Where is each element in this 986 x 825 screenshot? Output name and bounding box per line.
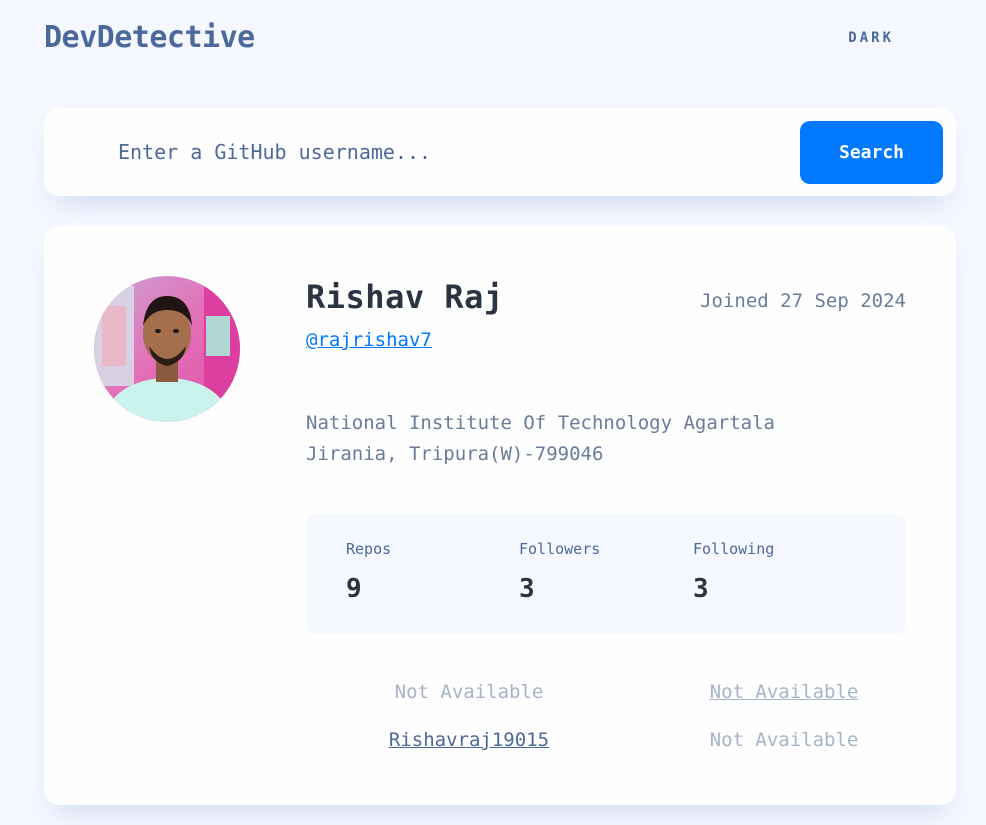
avatar-image: [94, 276, 240, 422]
bio-line: Jirania, Tripura(W)-799046: [306, 443, 604, 465]
username-link[interactable]: @rajrishav7: [306, 329, 432, 351]
search-bar: Search: [44, 108, 956, 196]
theme-toggle-button[interactable]: DARK: [848, 30, 894, 46]
stats-panel: Repos 9 Followers 3 Following 3: [306, 514, 906, 634]
stat-followers: Followers 3: [519, 514, 689, 634]
bio-line: National Institute Of Technology Agartal…: [306, 412, 775, 434]
twitter-link[interactable]: Rishavraj19015: [349, 729, 589, 751]
stat-label: Followers: [519, 540, 601, 558]
user-name: Rishav Raj: [306, 278, 504, 316]
website-link[interactable]: Not Available: [664, 681, 904, 703]
joined-date: Joined 27 Sep 2024: [700, 290, 906, 312]
stat-label: Following: [693, 540, 775, 558]
search-button[interactable]: Search: [800, 121, 943, 184]
avatar: [94, 276, 240, 422]
stat-value: 3: [693, 574, 709, 604]
stat-following: Following 3: [693, 514, 863, 634]
stat-value: 9: [346, 574, 362, 604]
app-logo: DevDetective: [44, 20, 255, 55]
profile-card: Rishav Raj Joined 27 Sep 2024 @rajrishav…: [44, 226, 956, 805]
app-root: DevDetective DARK Search: [0, 0, 986, 825]
header: DevDetective DARK: [44, 20, 956, 60]
stat-label: Repos: [346, 540, 392, 558]
location-text: Not Available: [394, 681, 544, 703]
user-bio: National Institute Of Technology Agartal…: [306, 408, 906, 470]
stat-value: 3: [519, 574, 535, 604]
search-input[interactable]: [118, 130, 778, 174]
stat-repos: Repos 9: [346, 514, 516, 634]
company-text: Not Available: [709, 729, 859, 751]
